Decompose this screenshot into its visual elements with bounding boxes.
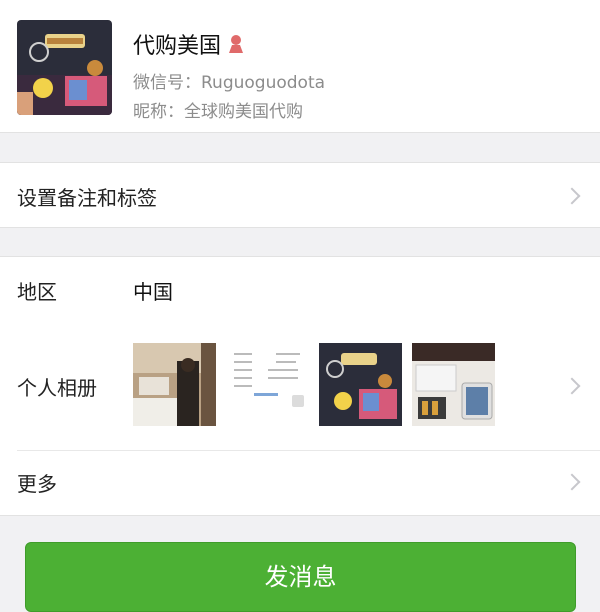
contact-name: 代购美国 (133, 34, 222, 59)
album-thumbnail-products[interactable] (319, 343, 402, 426)
album-thumbnails (133, 343, 495, 426)
album-thumbnail-screenshot[interactable] (226, 343, 309, 426)
wechat-id-value: Ruguoguodota (201, 73, 326, 93)
album-thumbnail-electronics[interactable] (412, 343, 495, 426)
remark-tags-row[interactable]: 设置备注和标签 (0, 162, 600, 228)
send-message-button[interactable]: 发消息 (25, 542, 576, 612)
wechat-id: 微信号：Ruguoguodota (133, 68, 325, 93)
region-value: 中国 (133, 280, 173, 304)
chevron-right-icon (563, 377, 581, 395)
nickname: 昵称：全球购美国代购 (133, 97, 303, 122)
album-label: 个人相册 (17, 376, 97, 400)
wechat-id-label: 微信号： (133, 73, 201, 93)
chevron-right-icon (563, 473, 581, 491)
album-thumbnail-bathroom[interactable] (133, 343, 216, 426)
info-section: 地区 中国 个人相册 更多 (0, 256, 600, 516)
nickname-label: 昵称： (133, 102, 184, 122)
more-label: 更多 (17, 472, 57, 496)
female-icon (227, 34, 245, 54)
profile-card: 代购美国 微信号：Ruguoguodota 昵称：全球购美国代购 (0, 0, 600, 133)
region-label: 地区 (17, 280, 57, 304)
nickname-value: 全球购美国代购 (184, 102, 303, 122)
remark-tags-label: 设置备注和标签 (17, 186, 157, 210)
chevron-right-icon (563, 187, 581, 205)
divider (17, 450, 600, 451)
avatar[interactable] (17, 20, 112, 115)
